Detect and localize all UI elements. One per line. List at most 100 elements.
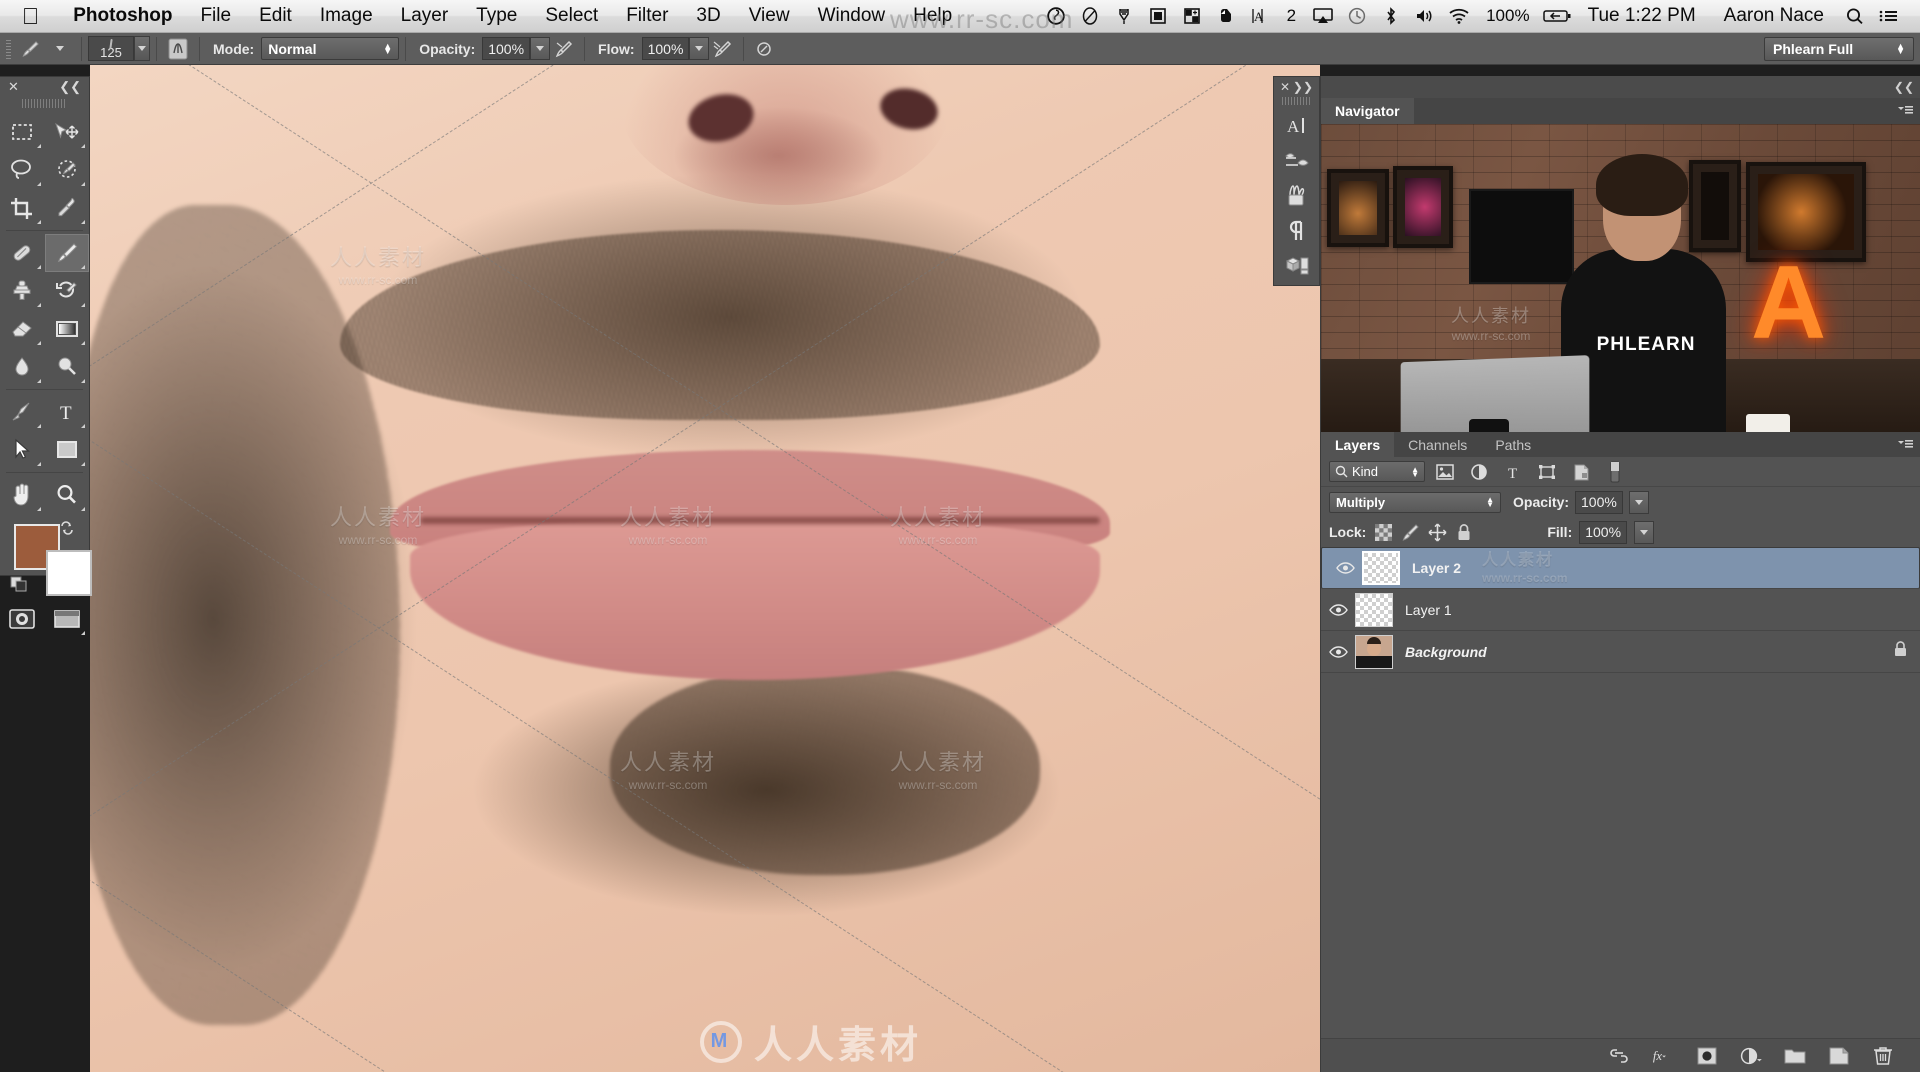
default-colors-icon[interactable] xyxy=(10,576,28,592)
menu-file[interactable]: File xyxy=(186,5,245,27)
filter-smartobject-icon[interactable] xyxy=(1567,461,1595,483)
eyedropper-tool[interactable] xyxy=(45,189,90,227)
brush-tool-icon[interactable] xyxy=(15,36,45,62)
notification-center-icon[interactable] xyxy=(1872,2,1906,30)
type-tool[interactable]: T xyxy=(45,393,90,431)
spot-healing-brush-tool[interactable] xyxy=(0,234,45,272)
layer-name[interactable]: Layer 2 xyxy=(1412,560,1461,576)
menu-photoshop[interactable]: Photoshop xyxy=(59,5,186,27)
layer-name[interactable]: Background xyxy=(1405,644,1487,660)
tab-paths[interactable]: Paths xyxy=(1481,432,1545,457)
move-tool[interactable] xyxy=(45,113,90,151)
brush-preset-picker-icon[interactable] xyxy=(163,36,193,62)
add-layer-mask-icon[interactable] xyxy=(1696,1045,1718,1067)
brush-presets-panel-icon[interactable] xyxy=(1274,143,1319,178)
lock-image-pixels-icon[interactable] xyxy=(1400,522,1420,542)
layer-blend-mode-select[interactable]: Multiply ▲ ▼ xyxy=(1329,491,1501,513)
layer-visibility-toggle[interactable] xyxy=(1328,561,1362,575)
hand-tool[interactable] xyxy=(0,476,45,514)
display-icon[interactable] xyxy=(1141,2,1175,30)
menu-layer[interactable]: Layer xyxy=(387,5,463,27)
filter-shape-icon[interactable] xyxy=(1533,461,1561,483)
menu-image[interactable]: Image xyxy=(306,5,387,27)
menu-bar-clock[interactable]: Tue 1:22 PM xyxy=(1574,5,1710,27)
volume-icon[interactable] xyxy=(1408,2,1442,30)
menu-select[interactable]: Select xyxy=(531,5,612,27)
dodge-tool[interactable] xyxy=(45,348,90,386)
navigator-thumbnail[interactable]: A PHLEARN PHLEARN 人人素材www.rr-sc.com xyxy=(1321,124,1920,454)
rectangular-marquee-tool[interactable] xyxy=(0,113,45,151)
brush-tool[interactable] xyxy=(44,234,89,272)
flow-input[interactable]: 100% xyxy=(641,37,690,60)
gradient-tool[interactable] xyxy=(45,310,90,348)
options-bar-grip[interactable] xyxy=(3,36,15,61)
ellipsis-circle-icon[interactable] xyxy=(1073,2,1107,30)
spotlight-search-icon[interactable] xyxy=(1838,2,1872,30)
brush-size-field[interactable]: 125 xyxy=(88,36,134,61)
layer-row-layer-1[interactable]: Layer 1 xyxy=(1321,589,1920,631)
panel-menu-icon[interactable] xyxy=(1896,437,1914,453)
tools-panel-grip[interactable] xyxy=(22,97,67,109)
quick-selection-tool[interactable] xyxy=(45,151,90,189)
rail-grip[interactable] xyxy=(1282,96,1311,106)
filter-pixel-icon[interactable] xyxy=(1431,461,1459,483)
apple-logo-icon[interactable]:  xyxy=(22,4,39,28)
panel-menu-icon[interactable] xyxy=(1896,103,1914,119)
layer-opacity-chevron-icon[interactable] xyxy=(1628,490,1649,514)
filter-type-icon[interactable]: T xyxy=(1499,461,1527,483)
pen-tool[interactable] xyxy=(0,393,45,431)
layer-thumbnail[interactable] xyxy=(1362,551,1400,585)
history-brush-tool[interactable] xyxy=(45,272,90,310)
swap-colors-icon[interactable] xyxy=(59,520,77,539)
layer-thumbnail[interactable] xyxy=(1355,634,1393,669)
menu-window[interactable]: Window xyxy=(804,5,900,27)
lock-transparent-pixels-icon[interactable] xyxy=(1373,522,1393,542)
blend-mode-select[interactable]: Normal ▲ ▼ xyxy=(261,37,400,60)
brush-panel-icon[interactable] xyxy=(1274,178,1319,213)
tab-navigator[interactable]: Navigator xyxy=(1321,98,1414,124)
lasso-tool[interactable] xyxy=(0,151,45,189)
new-group-icon[interactable] xyxy=(1784,1045,1806,1067)
wifi-icon[interactable] xyxy=(1442,2,1476,30)
pressure-size-icon[interactable] xyxy=(750,36,778,62)
delete-layer-icon[interactable] xyxy=(1872,1045,1894,1067)
alfred-icon[interactable]: A xyxy=(1243,2,1277,30)
layer-visibility-toggle[interactable] xyxy=(1321,645,1355,659)
link-layers-icon[interactable] xyxy=(1608,1045,1630,1067)
paragraph-panel-icon[interactable] xyxy=(1274,213,1319,248)
character-panel-icon[interactable]: A xyxy=(1274,108,1319,143)
screen-mode-icon[interactable] xyxy=(45,600,90,638)
collapse-left-icon[interactable]: ❮❮ xyxy=(59,79,81,95)
layer-opacity-input[interactable]: 100% xyxy=(1575,490,1623,514)
lock-position-icon[interactable] xyxy=(1427,522,1447,542)
pressure-opacity-icon[interactable] xyxy=(550,36,578,62)
crop-tool[interactable] xyxy=(0,189,45,227)
1password-icon[interactable] xyxy=(1175,2,1209,30)
close-icon[interactable]: ✕ xyxy=(8,79,19,95)
collapse-dock-icon[interactable]: ❮❮ xyxy=(1894,80,1914,94)
layer-visibility-toggle[interactable] xyxy=(1321,603,1355,617)
opacity-chevron-icon[interactable] xyxy=(530,37,551,60)
airbrush-icon[interactable] xyxy=(709,36,737,62)
background-color-swatch[interactable] xyxy=(46,550,92,596)
bluetooth-icon[interactable] xyxy=(1374,2,1408,30)
quick-mask-icon[interactable] xyxy=(0,600,45,638)
zoom-tool[interactable] xyxy=(45,476,90,514)
3d-panel-icon[interactable] xyxy=(1274,248,1319,283)
workspace-selector[interactable]: Phlearn Full ▲ ▼ xyxy=(1764,37,1914,61)
menu-type[interactable]: Type xyxy=(462,5,531,27)
evernote-icon[interactable] xyxy=(1209,2,1243,30)
menu-view[interactable]: View xyxy=(735,5,804,27)
layer-row-background[interactable]: Background xyxy=(1321,631,1920,673)
airplay-icon[interactable] xyxy=(1306,2,1340,30)
blur-tool[interactable] xyxy=(0,348,45,386)
menu-filter[interactable]: Filter xyxy=(612,5,682,27)
rectangle-tool[interactable] xyxy=(45,431,90,469)
menu-bar-user[interactable]: Aaron Nace xyxy=(1710,5,1838,27)
menu-edit[interactable]: Edit xyxy=(245,5,306,27)
layer-styles-fx-icon[interactable]: fx xyxy=(1652,1045,1674,1067)
tab-channels[interactable]: Channels xyxy=(1394,432,1481,457)
lock-all-icon[interactable] xyxy=(1454,522,1474,542)
menu-3d[interactable]: 3D xyxy=(682,5,734,27)
path-selection-tool[interactable] xyxy=(0,431,45,469)
